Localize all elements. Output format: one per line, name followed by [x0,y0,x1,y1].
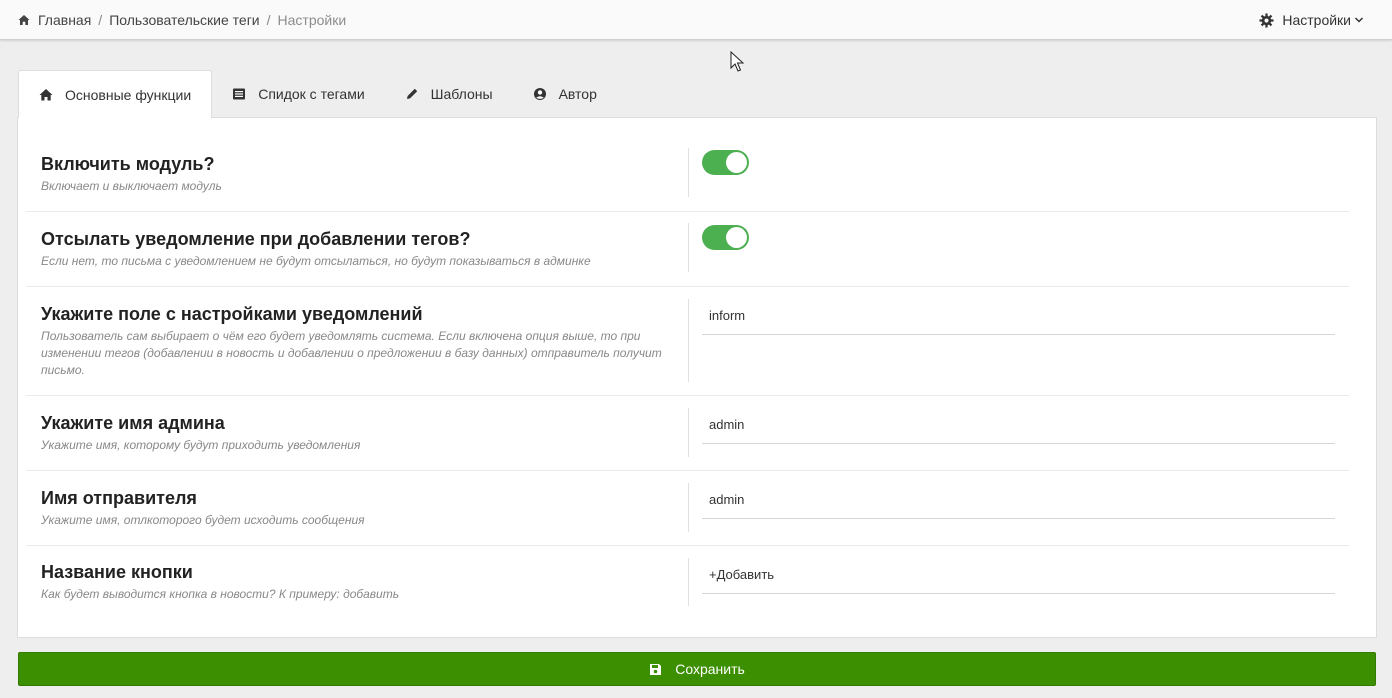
user-circle-icon [533,87,546,100]
gear-icon [1259,12,1274,28]
home-icon [18,15,30,25]
setting-row-sender-name: Имя отправителя Укажите имя, отлкоторого… [26,470,1349,546]
breadcrumb: Главная / Пользовательские теги / Настро… [18,12,346,28]
setting-title: Название кнопки [41,562,193,582]
tab-templates[interactable]: Шаблоны [385,70,513,117]
tab-bar: Основные функции Спидок с тегами Шаблоны… [18,70,617,118]
setting-row-admin-name: Укажите имя админа Укажите имя, которому… [26,395,1349,471]
setting-description: Укажите имя, отлкоторого будет исходить … [41,513,365,527]
breadcrumb-separator: / [98,12,103,28]
tab-main-functions[interactable]: Основные функции [18,70,213,118]
breadcrumb-module-link[interactable]: Пользовательские теги [109,12,259,28]
setting-title: Включить модуль? [41,154,215,174]
save-button-label: Сохранить [675,661,745,677]
tab-label: Основные функции [65,86,192,103]
settings-menu-label: Настройки [1282,12,1351,28]
pencil-icon [406,88,417,99]
setting-title: Укажите поле с настройками уведомлений [41,304,423,324]
setting-description: Пользователь сам выбирает о чём его буде… [41,329,662,377]
toggle-knob [726,227,747,248]
setting-row-button-name: Название кнопки Как будет выводится кноп… [26,545,1349,621]
setting-title: Имя отправителя [41,488,197,508]
setting-description: Включает и выключает модуль [41,179,222,193]
tab-label: Автор [558,85,597,102]
admin-name-input[interactable]: admin [702,408,1335,444]
setting-row-send-notifications: Отсылать уведомление при добавлении тего… [26,211,1349,287]
setting-row-notification-field: Укажите поле с настройками уведомлений П… [26,286,1349,396]
notification-field-input[interactable]: inform [702,299,1335,335]
column-divider [688,299,689,382]
column-divider [688,223,689,272]
setting-description: Укажите имя, которому будут приходить ув… [41,438,361,452]
settings-dropdown[interactable]: Настройки [1259,12,1364,28]
tab-label: Спидок с тегами [258,85,365,102]
breadcrumb-current: Настройки [277,12,347,28]
mouse-cursor-icon [730,51,744,72]
setting-description: Если нет, то письма с уведомлением не бу… [41,254,591,268]
settings-panel: Включить модуль? Включает и выключает мо… [17,117,1377,638]
breadcrumb-home-link[interactable]: Главная [38,12,91,28]
enable-module-toggle[interactable] [702,150,749,175]
toggle-knob [726,152,747,173]
send-notifications-toggle[interactable] [702,225,749,250]
setting-title: Укажите имя админа [41,413,225,433]
tab-label: Шаблоны [430,85,493,102]
setting-title: Отсылать уведомление при добавлении тего… [41,229,471,249]
column-divider [688,558,689,606]
column-divider [688,148,689,197]
setting-description: Как будет выводится кнопка в новости? К … [41,587,400,601]
tab-tag-list[interactable]: Спидок с тегами [212,70,384,117]
tab-author[interactable]: Автор [513,70,617,117]
setting-row-enable-module: Включить модуль? Включает и выключает мо… [26,136,1349,212]
sender-name-input[interactable]: admin [702,483,1335,519]
column-divider [688,408,689,457]
floppy-icon [650,663,662,675]
list-icon [233,88,246,99]
breadcrumb-separator: / [266,12,271,28]
top-bar: Главная / Пользовательские теги / Настро… [0,0,1392,40]
save-button[interactable]: Сохранить [18,652,1376,686]
chevron-down-icon [1354,17,1364,23]
button-name-input[interactable]: +Добавить [702,558,1335,594]
column-divider [688,483,689,532]
home-icon [39,88,53,100]
